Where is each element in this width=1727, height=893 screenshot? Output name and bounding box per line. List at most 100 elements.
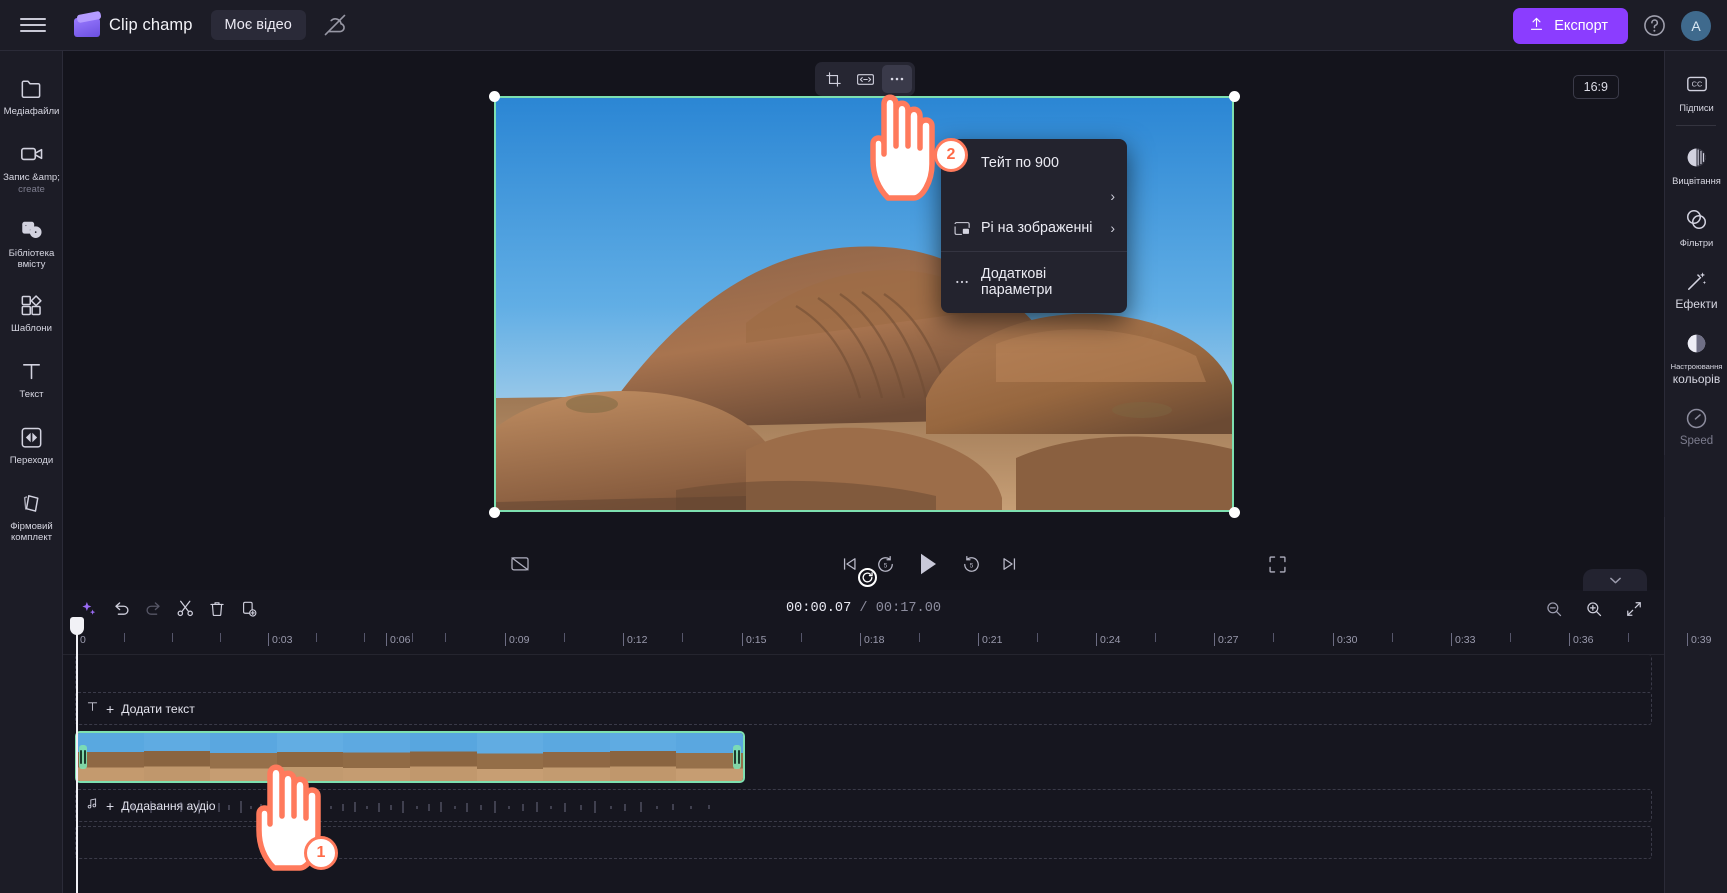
skip-to-end-button[interactable] bbox=[997, 552, 1021, 576]
upload-icon bbox=[1529, 16, 1544, 36]
fade-icon bbox=[1684, 144, 1710, 170]
project-tab[interactable]: Моє відео bbox=[210, 10, 306, 40]
sidebar-item-captions[interactable]: CC Підписи bbox=[1665, 63, 1727, 119]
sidebar-item-label: Настроювання bbox=[1670, 362, 1723, 371]
resize-handle-top-left[interactable] bbox=[489, 91, 500, 102]
sidebar-item-label: Фірмовий комплект bbox=[10, 521, 53, 543]
sidebar-item-label: Переходи bbox=[9, 455, 54, 466]
avatar[interactable]: A bbox=[1681, 10, 1711, 41]
step-badge-2: 2 bbox=[934, 138, 968, 172]
top-bar-actions: Експорт A bbox=[1513, 0, 1711, 51]
pointer-annotation-1: 1 bbox=[248, 756, 344, 879]
templates-icon bbox=[19, 292, 45, 318]
add-audio-plus-icon: + bbox=[106, 797, 115, 814]
sidebar-item-effects[interactable]: Ефекти bbox=[1665, 254, 1727, 316]
context-menu-item-label: Pі на зображенні bbox=[981, 220, 1093, 236]
chevron-right-icon: › bbox=[1110, 187, 1115, 204]
sidebar-item-speed[interactable]: Speed bbox=[1665, 391, 1727, 453]
sidebar-item-record-create[interactable]: Запис &amp; create bbox=[0, 123, 63, 201]
hamburger-icon[interactable] bbox=[20, 12, 46, 38]
sidebar-item-label: Медіафайли bbox=[3, 106, 60, 117]
effects-wand-icon bbox=[1684, 268, 1710, 294]
time-separator: / bbox=[859, 601, 868, 616]
ruler-label: 0:27 bbox=[1218, 634, 1239, 646]
context-menu-item-rotate-900[interactable]: Тейт по 900 bbox=[941, 146, 1127, 180]
sidebar-item-fade[interactable]: Вицвітання bbox=[1665, 134, 1727, 192]
resize-handle-bottom-right[interactable] bbox=[1229, 507, 1240, 518]
clip-trim-handle-left[interactable] bbox=[79, 745, 87, 769]
aspect-ratio-badge[interactable]: 16:9 bbox=[1572, 75, 1619, 99]
ruler-label: 0:30 bbox=[1337, 634, 1358, 646]
sidebar-item-sublabel: create bbox=[18, 184, 45, 195]
add-text-track[interactable]: + Додати текст bbox=[75, 692, 1652, 725]
sidebar-item-label: Ефекти bbox=[1675, 297, 1718, 311]
sidebar-item-templates[interactable]: Шаблони bbox=[0, 276, 63, 340]
filters-icon bbox=[1684, 206, 1710, 232]
timeline-collapse-toggle[interactable] bbox=[1583, 569, 1647, 591]
color-adjust-icon bbox=[1684, 330, 1710, 356]
transitions-icon bbox=[19, 424, 45, 450]
sidebar-item-brand-kit[interactable]: Фірмовий комплект bbox=[0, 472, 63, 549]
brand-kit-icon bbox=[19, 490, 45, 516]
sidebar-item-label: Вицвітання bbox=[1672, 175, 1721, 186]
ruler-label: 0:15 bbox=[746, 634, 767, 646]
clip-context-menu: Тейт по 900 › Pі на зображенні › Додатко… bbox=[941, 139, 1127, 313]
fit-timeline-button[interactable] bbox=[1618, 595, 1650, 623]
help-icon[interactable] bbox=[1642, 13, 1667, 38]
total-time: 00:17.00 bbox=[875, 601, 942, 616]
context-menu-item-picture-in-picture[interactable]: Pі на зображенні › bbox=[941, 211, 1127, 245]
sidebar-item-transitions[interactable]: Переходи bbox=[0, 406, 63, 472]
svg-text:5: 5 bbox=[883, 562, 887, 569]
text-track[interactable] bbox=[75, 655, 1652, 691]
sidebar-item-label: Запис &amp; bbox=[3, 172, 60, 183]
ruler-label: 0:06 bbox=[390, 634, 411, 646]
clip-trim-handle-right[interactable] bbox=[733, 745, 741, 769]
sidebar-item-sublabel: кольорів bbox=[1672, 372, 1721, 386]
ruler-label: 0:03 bbox=[272, 634, 293, 646]
skip-to-start-button[interactable] bbox=[837, 552, 861, 576]
sidebar-item-filters[interactable]: Фільтри bbox=[1665, 192, 1727, 254]
playhead-knob[interactable] bbox=[70, 617, 84, 635]
ruler-label: 0:21 bbox=[982, 634, 1003, 646]
context-menu-divider bbox=[941, 251, 1127, 252]
context-menu-item-label: Додаткові параметри bbox=[981, 266, 1053, 298]
picture-in-picture-icon bbox=[953, 219, 971, 237]
captions-off-button[interactable] bbox=[507, 552, 533, 576]
cloud-off-icon[interactable] bbox=[322, 12, 348, 38]
timeline-ruler[interactable]: 0 0:03 0:06 0:09 0:12 0:15 0:18 0:21 0:2… bbox=[63, 627, 1711, 655]
resize-handle-top-right[interactable] bbox=[1229, 91, 1240, 102]
export-button[interactable]: Експорт bbox=[1513, 7, 1628, 44]
crop-button[interactable] bbox=[818, 65, 848, 93]
top-bar: Clip champ Моє відео Експорт A bbox=[0, 0, 1727, 51]
fullscreen-button[interactable] bbox=[1264, 551, 1290, 577]
play-button[interactable] bbox=[913, 548, 943, 580]
export-button-label: Експорт bbox=[1554, 17, 1608, 34]
sidebar-item-label: Підписи bbox=[1679, 102, 1714, 113]
ruler-label: 0:18 bbox=[864, 634, 885, 646]
zoom-out-button[interactable] bbox=[1538, 595, 1570, 623]
speed-gauge-icon bbox=[1684, 405, 1710, 431]
step-badge-1: 1 bbox=[304, 836, 338, 870]
rewind-5-button[interactable]: 5 bbox=[873, 552, 897, 576]
sidebar-item-text[interactable]: Текст bbox=[0, 340, 63, 406]
context-menu-item-label: Тейт по 900 bbox=[981, 155, 1059, 171]
playhead[interactable] bbox=[70, 617, 84, 893]
clip-thumbnail bbox=[409, 733, 477, 781]
playback-controls: 5 5 bbox=[63, 538, 1664, 590]
ruler-label: 0:39 bbox=[1691, 634, 1712, 646]
ruler-label: 0:24 bbox=[1100, 634, 1121, 646]
sidebar-item-content-library[interactable]: Бібліотека вмісту bbox=[0, 201, 63, 276]
sidebar-item-color-adjust[interactable]: Настроювання кольорів bbox=[1665, 316, 1727, 391]
zoom-in-button[interactable] bbox=[1578, 595, 1610, 623]
more-dots-icon bbox=[953, 273, 971, 291]
svg-text:5: 5 bbox=[969, 562, 973, 569]
context-menu-item-submenu[interactable]: › bbox=[941, 180, 1127, 211]
svg-text:CC: CC bbox=[1691, 80, 1702, 89]
sidebar-item-media[interactable]: Медіафайли bbox=[0, 61, 63, 123]
forward-5-button[interactable]: 5 bbox=[959, 552, 983, 576]
current-time: 00:00.07 bbox=[785, 601, 852, 616]
closed-captions-icon: CC bbox=[1684, 71, 1710, 97]
context-menu-item-more-options[interactable]: Додаткові параметри bbox=[941, 258, 1127, 306]
video-clip[interactable] bbox=[75, 731, 745, 783]
resize-handle-bottom-left[interactable] bbox=[489, 507, 500, 518]
